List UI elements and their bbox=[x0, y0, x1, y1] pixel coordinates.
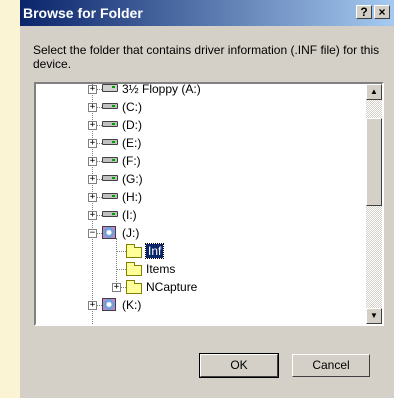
hard-drive-icon bbox=[102, 157, 118, 163]
cd-drive-icon bbox=[102, 226, 116, 239]
tree-item[interactable]: + (D:) bbox=[36, 116, 366, 134]
tree-item[interactable]: + (I:) bbox=[36, 206, 366, 224]
cd-drive-icon bbox=[102, 298, 116, 311]
tree-item[interactable]: Inf bbox=[36, 242, 366, 260]
tree-item-label: (E:) bbox=[122, 136, 142, 150]
tree-item-label: Items bbox=[146, 262, 176, 276]
folder-tree[interactable]: +3½ Floppy (A:) + (C:) + (D:) + (E:) + (F:) + (G:)… bbox=[34, 82, 384, 326]
expand-icon[interactable]: + bbox=[88, 175, 97, 184]
expand-icon[interactable]: + bbox=[88, 157, 97, 166]
tree-item-label: (C:) bbox=[122, 100, 142, 114]
hard-drive-icon bbox=[102, 139, 118, 145]
cancel-button[interactable]: Cancel bbox=[292, 354, 370, 377]
tree-item-label: (G:) bbox=[122, 172, 143, 186]
hard-drive-icon bbox=[102, 175, 118, 181]
tree-item-label: NCapture bbox=[146, 280, 198, 294]
hard-drive-icon bbox=[102, 103, 118, 109]
tree-connector bbox=[116, 251, 126, 252]
scroll-thumb[interactable] bbox=[366, 118, 382, 206]
floppy-drive-icon bbox=[102, 84, 118, 92]
hard-drive-icon bbox=[102, 211, 118, 217]
dialog-title: Browse for Folder bbox=[23, 5, 143, 21]
browse-for-folder-dialog: Browse for Folder ? × Select the folder … bbox=[20, 0, 394, 398]
tree-item[interactable]: +3½ Floppy (A:) bbox=[36, 82, 366, 98]
expand-icon[interactable]: + bbox=[88, 103, 97, 112]
tree-item[interactable]: + NCapture bbox=[36, 278, 366, 296]
tree-item-label: (K:) bbox=[122, 298, 142, 312]
ok-button[interactable]: OK bbox=[199, 353, 279, 378]
tree-item[interactable]: − (J:) bbox=[36, 224, 366, 242]
help-button[interactable]: ? bbox=[356, 5, 372, 19]
tree-item-label: (D:) bbox=[122, 118, 142, 132]
expand-icon[interactable]: + bbox=[88, 301, 97, 310]
folder-icon bbox=[126, 262, 142, 276]
folder-icon bbox=[126, 280, 142, 294]
tree-item-label: (J:) bbox=[122, 226, 140, 240]
close-button[interactable]: × bbox=[374, 5, 390, 19]
hard-drive-icon bbox=[102, 193, 118, 199]
instruction-text: Select the folder that contains driver i… bbox=[33, 43, 380, 71]
expand-icon[interactable]: + bbox=[88, 193, 97, 202]
tree-item[interactable]: + (E:) bbox=[36, 134, 366, 152]
vertical-scrollbar[interactable]: ▲ ▼ bbox=[366, 84, 382, 324]
tree-item[interactable]: + (C:) bbox=[36, 98, 366, 116]
open-folder-icon bbox=[126, 244, 142, 258]
tree-item[interactable]: + (K:) bbox=[36, 296, 366, 314]
expand-icon[interactable]: + bbox=[88, 85, 97, 94]
tree-item-label-selected: Inf bbox=[144, 243, 165, 259]
tree-item[interactable]: + (H:) bbox=[36, 188, 366, 206]
title-bar[interactable]: Browse for Folder ? × bbox=[20, 0, 394, 26]
expand-icon[interactable]: + bbox=[112, 283, 121, 292]
tree-item-label: (I:) bbox=[122, 208, 137, 222]
tree-item[interactable]: + (F:) bbox=[36, 152, 366, 170]
tree-item-label: (F:) bbox=[122, 154, 141, 168]
tree-connector bbox=[116, 269, 126, 270]
tree-item[interactable]: + (G:) bbox=[36, 170, 366, 188]
expand-icon[interactable]: + bbox=[88, 139, 97, 148]
tree-item-label: (H:) bbox=[122, 190, 142, 204]
folder-tree-list: +3½ Floppy (A:) + (C:) + (D:) + (E:) + (F:) + (G:)… bbox=[36, 84, 368, 324]
expand-icon[interactable]: + bbox=[88, 211, 97, 220]
scroll-up-button[interactable]: ▲ bbox=[366, 84, 382, 100]
tree-item[interactable]: Items bbox=[36, 260, 366, 278]
tree-item-label: 3½ Floppy (A:) bbox=[122, 82, 201, 96]
collapse-icon[interactable]: − bbox=[88, 229, 97, 238]
scroll-down-button[interactable]: ▼ bbox=[366, 308, 382, 324]
expand-icon[interactable]: + bbox=[88, 121, 97, 130]
hard-drive-icon bbox=[102, 121, 118, 127]
